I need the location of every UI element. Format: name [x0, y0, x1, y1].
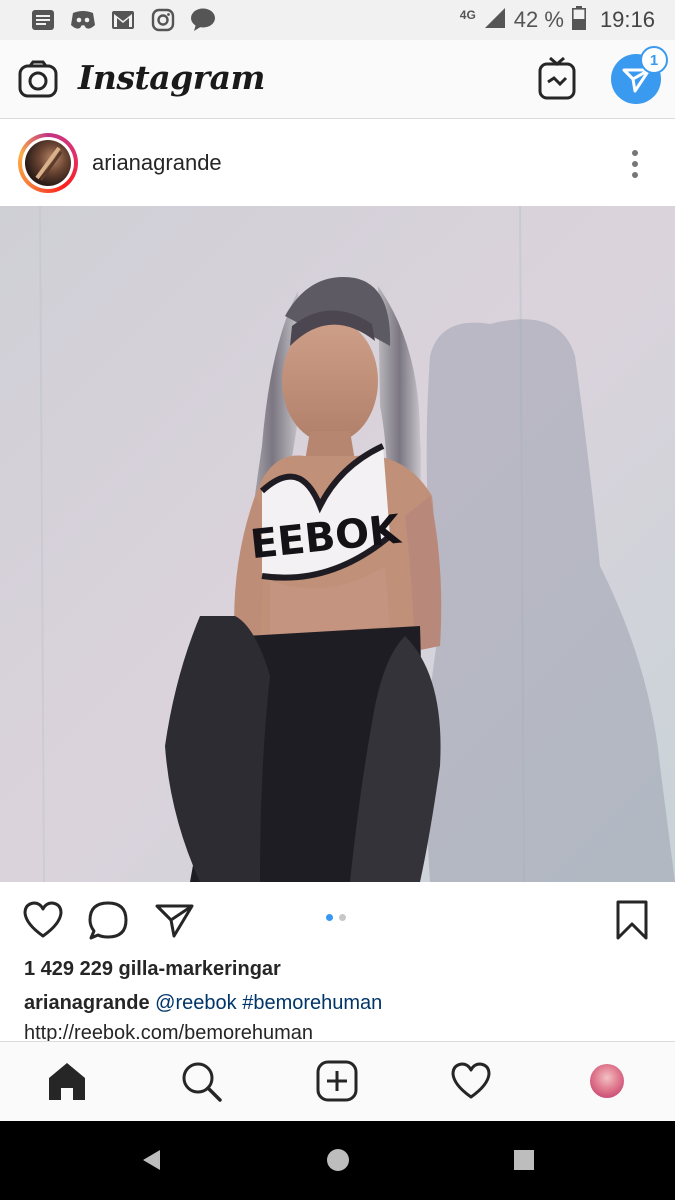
story-avatar[interactable] — [18, 133, 78, 193]
app-header: Instagram 1 — [0, 40, 675, 119]
caption-mention[interactable]: @reebok — [155, 992, 236, 1014]
chat-bubble-icon — [190, 7, 216, 33]
activity-heart-icon[interactable] — [450, 1060, 492, 1102]
caption-username[interactable]: arianagrande — [24, 992, 150, 1014]
clock: 19:16 — [599, 7, 655, 32]
discord-icon — [70, 7, 96, 33]
more-options-icon[interactable] — [622, 147, 648, 181]
search-icon[interactable] — [180, 1060, 222, 1102]
like-icon[interactable] — [22, 900, 63, 940]
instagram-logo: Instagram — [78, 58, 265, 97]
post-header: arianagrande — [0, 119, 675, 206]
notification-badge: 1 — [640, 46, 668, 74]
profile-avatar[interactable] — [590, 1064, 624, 1098]
bookmark-icon[interactable] — [614, 900, 654, 940]
battery-icon — [571, 5, 586, 35]
network-type: 4G — [459, 8, 476, 22]
gmail-icon — [110, 7, 136, 33]
direct-messages-button[interactable]: 1 — [611, 46, 668, 104]
caption-hashtag[interactable]: #bemorehuman — [242, 992, 382, 1014]
home-circle-icon[interactable] — [326, 1148, 350, 1177]
back-icon[interactable] — [140, 1148, 164, 1177]
carousel-dot — [339, 914, 346, 921]
home-icon[interactable] — [46, 1060, 88, 1102]
carousel-dot-active — [326, 914, 333, 921]
camera-icon[interactable] — [18, 60, 58, 98]
signal-icon — [484, 7, 506, 34]
system-navigation-bar — [0, 1121, 675, 1200]
new-post-icon[interactable] — [316, 1060, 358, 1102]
post-photo[interactable]: EEBOK — [0, 206, 675, 882]
recents-square-icon[interactable] — [512, 1148, 536, 1177]
battery-percent: 42 % — [513, 7, 564, 32]
share-icon[interactable] — [154, 900, 194, 940]
bottom-navigation — [0, 1041, 675, 1122]
comment-icon[interactable] — [88, 900, 128, 940]
instagram-icon — [150, 7, 176, 33]
like-count[interactable]: 1 429 229 gilla-markeringar — [24, 958, 281, 981]
post-username[interactable]: arianagrande — [92, 150, 222, 176]
post-actions — [0, 882, 675, 952]
igtv-icon[interactable] — [538, 56, 576, 100]
post-caption: arianagrande @reebok #bemorehuman — [24, 992, 382, 1015]
carousel-indicator — [326, 914, 346, 921]
avatar — [25, 140, 71, 186]
status-bar: 4G 42 % 19:16 — [0, 0, 675, 40]
messages-icon — [30, 7, 56, 33]
